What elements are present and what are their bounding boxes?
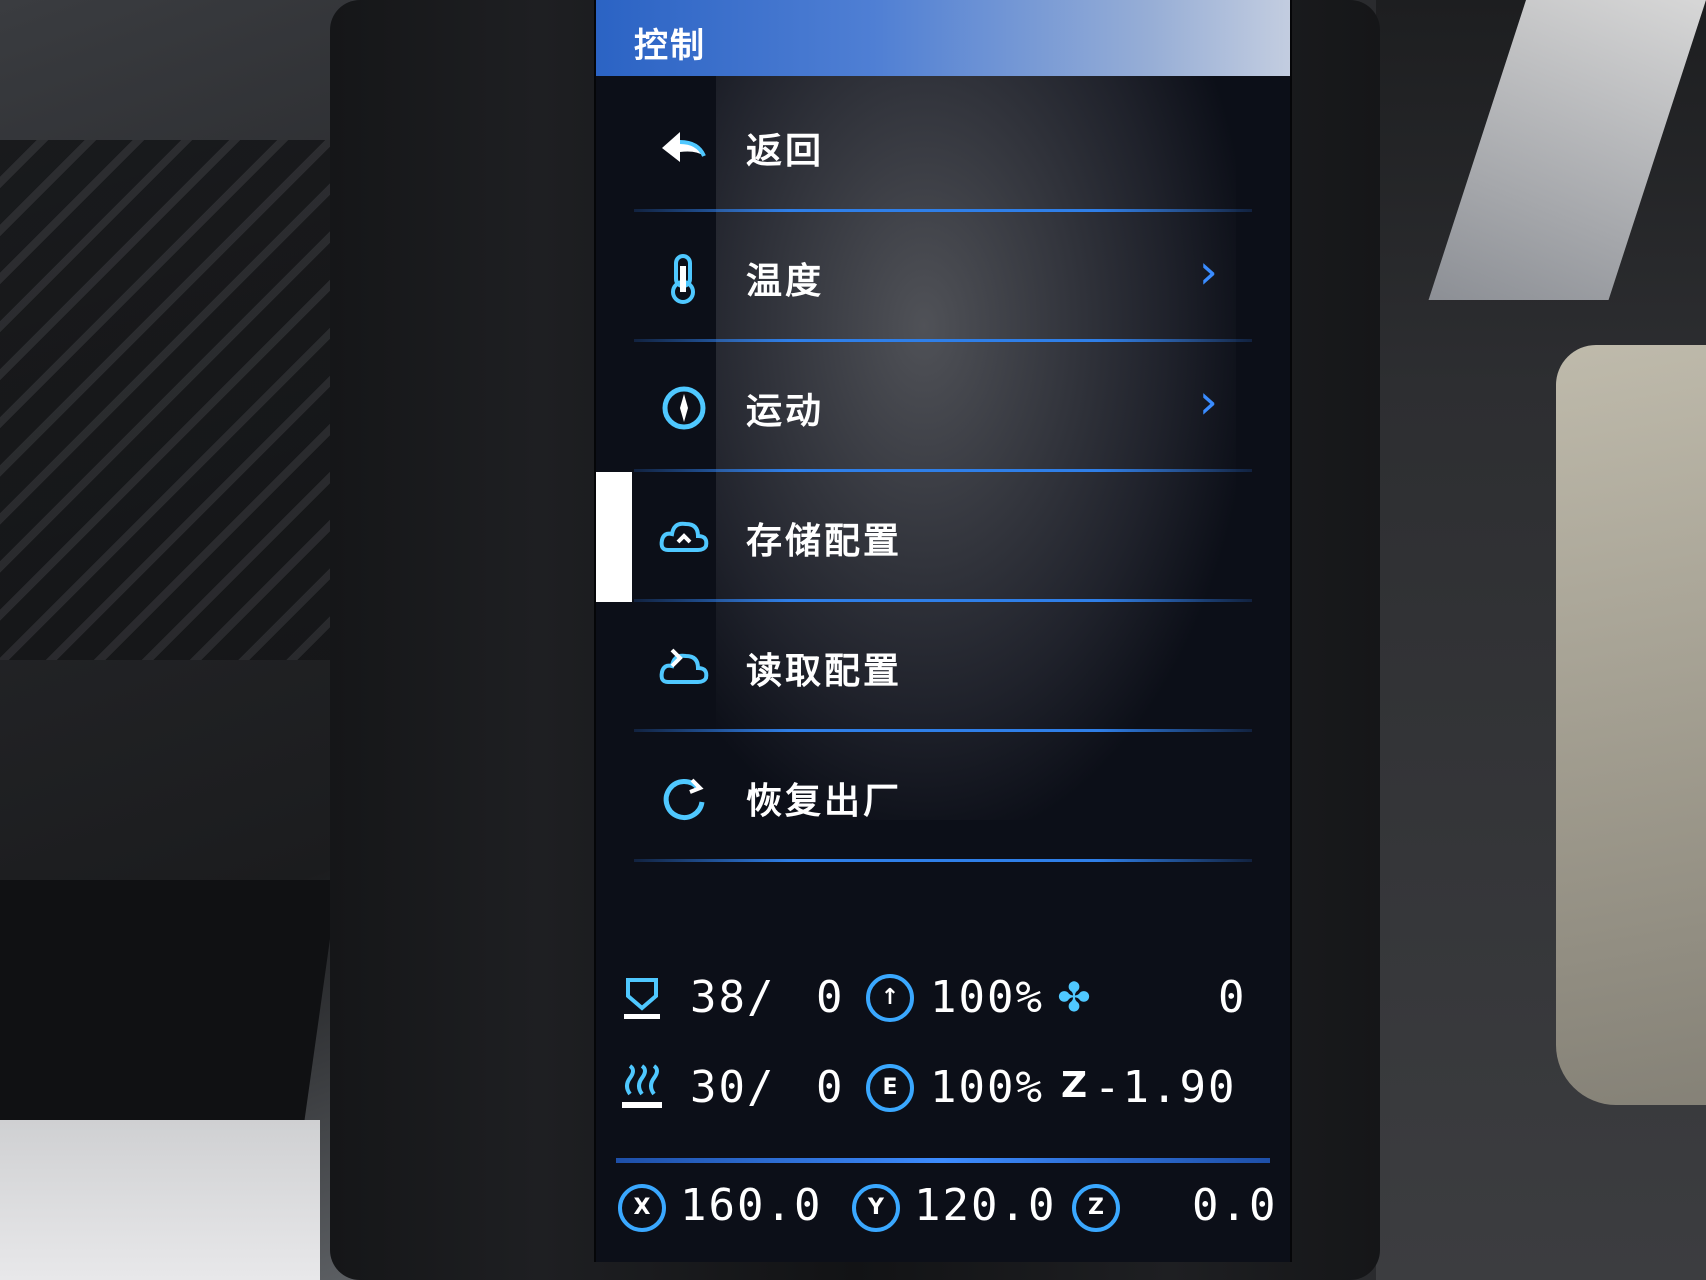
speed-value: 100% [930,972,1044,1023]
fan-value: 0 [1218,972,1247,1023]
menu-item-motion[interactable]: 运动 › [596,342,1290,472]
z-offset-icon: Z [1060,1065,1088,1106]
status-panel: 38/ 0 ↑ 100% ✤ 0 30/ 0 E 100% Z -1.90 X … [596,950,1290,1250]
y-position: 120.0 [914,1180,1057,1231]
motion-icon [658,382,710,434]
menu-item-temperature[interactable]: 温度 › [596,212,1290,342]
paper-object [1556,345,1706,1105]
flow-value: 100% [930,1062,1044,1113]
z-position: 0.0 [1192,1180,1278,1231]
selection-indicator [596,472,632,602]
page-title: 控制 [634,26,706,66]
bed-target: 0 [816,1062,845,1113]
menu-item-save-config[interactable]: 存储配置 [596,472,1290,602]
x-position: 160.0 [680,1180,823,1231]
chevron-right-icon: › [1198,374,1218,430]
fan-icon: ✤ [1057,975,1091,1021]
status-divider [616,1158,1270,1163]
x-axis-icon: X [618,1184,666,1232]
back-arrow-icon [658,122,710,174]
cloud-save-icon [658,512,710,564]
menu-item-factory-reset[interactable]: 恢复出厂 [596,732,1290,862]
bed-temp: 30/ [690,1062,776,1113]
bed-heat-icon [618,1064,666,1112]
nozzle-temp: 38/ [690,972,776,1023]
dark-plate [0,880,339,1140]
thermometer-icon [658,252,710,304]
menu-item-label: 恢复出厂 [746,781,903,822]
z-axis-icon: Z [1072,1184,1120,1232]
menu-item-label: 返回 [746,131,825,172]
nozzle-target: 0 [816,972,845,1023]
menu-item-back[interactable]: 返回 [596,82,1290,212]
menu-item-label: 运动 [746,391,825,432]
title-bar: 控制 [596,0,1290,76]
speed-icon: ↑ [866,974,914,1022]
menu-item-load-config[interactable]: 读取配置 [596,602,1290,732]
menu-item-label: 读取配置 [746,651,903,692]
menu-item-label: 温度 [746,261,825,302]
background-monitor [1428,0,1706,300]
floor-surface [0,1120,320,1280]
chevron-right-icon: › [1198,244,1218,300]
cloud-load-icon [658,642,710,694]
reset-icon [658,772,710,824]
flow-icon: E [866,1064,914,1112]
desk-background-right [1376,0,1706,1280]
y-axis-icon: Y [852,1184,900,1232]
keyboard-edge [0,140,340,660]
printer-lcd-screen: 控制 返回 温度 › 运动 › 存储配置 读取配置 恢复出厂 38/ 0 ↑ 1… [594,0,1292,1262]
nozzle-icon [618,974,666,1022]
divider [634,859,1252,862]
menu-item-label: 存储配置 [746,521,903,562]
desk-background-left [0,0,360,1280]
z-offset-value: -1.90 [1094,1062,1237,1113]
